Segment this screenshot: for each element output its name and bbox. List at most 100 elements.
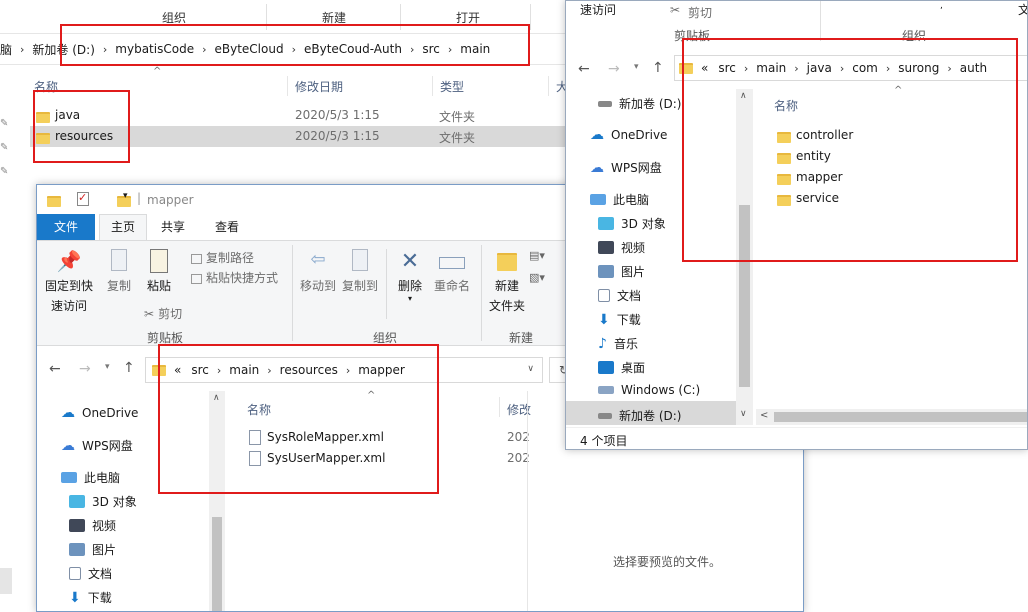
nav-item-onedrive[interactable]: ☁ OneDrive — [61, 405, 138, 421]
nav-item-drive-c[interactable]: Windows (C:) — [598, 383, 700, 397]
pin-to-quick-access-button[interactable]: 📌 固定到快 速访问 — [43, 249, 95, 319]
download-icon: ⬇ — [598, 311, 610, 328]
tab-view[interactable]: 查看 — [203, 214, 251, 240]
chevron-down-icon[interactable]: ▾ — [393, 294, 427, 303]
delete-button[interactable]: ✕ 删除 ▾ — [393, 249, 427, 313]
computer-icon — [61, 472, 77, 483]
copy-button[interactable]: 复制 — [103, 249, 135, 305]
nav-forward-button[interactable]: → — [608, 61, 620, 77]
nav-item-drive-d[interactable]: 新加卷 (D:) — [598, 95, 681, 112]
check-icon: ✓ — [78, 191, 88, 204]
drive-icon — [598, 100, 612, 107]
nav-recent-button[interactable]: ▾ — [634, 62, 639, 72]
copy-path-icon — [191, 253, 202, 264]
title-separator: | — [137, 191, 142, 205]
new-folder-button[interactable]: 新建 文件夹 — [487, 249, 527, 313]
cube-icon — [69, 495, 85, 508]
nav-item-documents[interactable]: 文档 — [69, 565, 112, 582]
nav-back-button[interactable]: ← — [49, 361, 61, 377]
pin-label-1: 固定到快 — [44, 279, 93, 293]
ribbon-divider — [481, 245, 482, 341]
desktop-icon — [598, 361, 614, 374]
nav-item-desktop[interactable]: 桌面 — [598, 359, 645, 376]
tab-file[interactable]: 文件 — [37, 214, 95, 240]
delete-label: 删除 — [397, 279, 422, 293]
document-icon — [69, 567, 81, 580]
paste-label: 粘贴 — [146, 279, 171, 293]
nav-item-3d-objects[interactable]: 3D 对象 — [598, 215, 666, 232]
scroll-down-icon[interactable]: ∨ — [740, 409, 747, 419]
cube-icon — [598, 217, 614, 230]
pin-icon: ✎ — [0, 166, 9, 177]
highlight-auth-folders — [682, 38, 1018, 262]
nav-back-button[interactable]: ← — [578, 61, 590, 77]
paste-button[interactable]: 粘贴 — [143, 249, 175, 305]
shortcut-icon — [191, 273, 202, 284]
nav-item-documents[interactable]: 文档 — [598, 287, 641, 304]
highlight-mapper-files — [158, 344, 439, 494]
copy-to-icon — [341, 249, 379, 277]
row-date: 2020/5/3 1:15 — [295, 108, 380, 122]
nav-item-onedrive[interactable]: ☁ OneDrive — [590, 127, 667, 143]
copy-path-button[interactable]: 复制路径 — [191, 249, 254, 267]
copy-to-button[interactable]: 复制到 — [341, 249, 379, 309]
drive-icon — [598, 412, 612, 419]
move-to-button[interactable]: ⇦ 移动到 — [299, 249, 337, 309]
paste-shortcut-button[interactable]: 粘贴快捷方式 — [191, 269, 278, 287]
tab-share[interactable]: 共享 — [149, 214, 197, 240]
col-header-type[interactable]: 类型 — [440, 78, 464, 95]
new-folder-label-1: 新建 — [494, 279, 519, 293]
pin-label-2: 速访问 — [50, 299, 87, 313]
nav-item-videos[interactable]: 视频 — [598, 239, 645, 256]
rename-label: 重命名 — [433, 279, 470, 293]
crumb-pc[interactable]: 脑 — [0, 41, 12, 58]
highlight-back-address — [60, 24, 530, 66]
cloud-icon: ☁ — [590, 159, 604, 176]
easy-access-button[interactable]: ▧▾ — [529, 271, 553, 291]
horizontal-scrollbar[interactable]: < — [756, 409, 1027, 425]
nav-item-music[interactable]: ♪ 音乐 — [598, 335, 638, 352]
copy-icon — [103, 249, 135, 277]
right-ribbon: 速访问 ✂ 剪切 剪贴板 组织 文 , — [566, 1, 1027, 43]
nav-item-videos[interactable]: 视频 — [69, 517, 116, 534]
copy-to-label: 复制到 — [341, 279, 378, 293]
scroll-thumb[interactable] — [212, 517, 222, 611]
document-icon — [598, 289, 610, 302]
copy-label: 复制 — [106, 279, 131, 293]
scroll-thumb[interactable] — [774, 412, 1027, 422]
new-item-button[interactable]: ▤▾ — [529, 249, 553, 269]
new-folder-label-2: 文件夹 — [488, 299, 525, 313]
preview-placeholder: 选择要预览的文件。 — [613, 555, 722, 569]
ribbon-divider — [386, 249, 387, 319]
nav-up-button[interactable]: ↑ — [652, 60, 664, 76]
nav-item-wps[interactable]: ☁ WPS网盘 — [590, 159, 662, 176]
quick-access-label: 速访问 — [580, 3, 617, 17]
nav-item-pictures[interactable]: 图片 — [69, 541, 116, 558]
nav-recent-button[interactable]: ▾ — [105, 362, 110, 372]
nav-item-this-pc[interactable]: 此电脑 — [61, 469, 120, 486]
tab-home[interactable]: 主页 — [99, 214, 147, 240]
cut-label[interactable]: 剪切 — [688, 4, 712, 21]
nav-forward-button[interactable]: → — [79, 361, 91, 377]
nav-item-drive-d-2[interactable]: 新加卷 (D:) — [598, 407, 681, 424]
nav-item-this-pc[interactable]: 此电脑 — [590, 191, 649, 208]
picture-icon — [69, 543, 85, 556]
new-group-label: 新建 — [509, 331, 534, 345]
nav-item-pictures[interactable]: 图片 — [598, 263, 645, 280]
col-header-date[interactable]: 修改日期 — [295, 78, 343, 95]
chevron-down-icon[interactable]: ∨ — [527, 364, 534, 374]
nav-up-button[interactable]: ↑ — [123, 360, 135, 376]
chevron-down-icon[interactable]: ▾ — [123, 191, 128, 201]
pin-icon: 📌 — [56, 249, 82, 273]
nav-item-downloads[interactable]: ⬇ 下载 — [598, 311, 641, 328]
nav-item-wps[interactable]: ☁ WPS网盘 — [61, 437, 133, 454]
download-icon: ⬇ — [69, 589, 81, 606]
rename-button[interactable]: 重命名 — [433, 249, 471, 309]
back-left-stub — [0, 568, 12, 594]
scroll-left-icon[interactable]: < — [760, 410, 768, 421]
nav-item-downloads[interactable]: ⬇ 下载 — [69, 589, 112, 606]
windows-drive-icon — [598, 386, 614, 394]
cut-button[interactable]: ✂ 剪切 — [144, 305, 182, 323]
nav-item-3d-objects[interactable]: 3D 对象 — [69, 493, 137, 510]
film-icon — [69, 519, 85, 532]
